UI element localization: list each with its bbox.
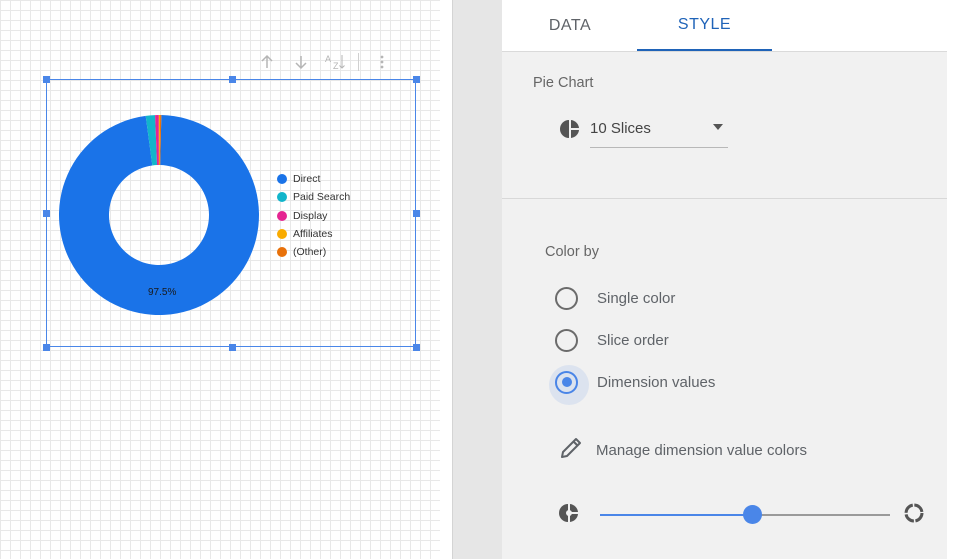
chart-toolbar: A Z: [250, 52, 399, 72]
radio-button[interactable]: [555, 286, 578, 310]
donut-slider-track-active[interactable]: [600, 514, 752, 516]
color-by-title: Color by: [545, 244, 599, 260]
resize-handle-top[interactable]: [229, 76, 236, 83]
toolbar-separator: [358, 53, 359, 71]
donut-slider-track[interactable]: [752, 514, 890, 516]
legend-label: Direct: [293, 173, 321, 186]
legend-swatch: [277, 229, 287, 240]
legend-item: Display: [277, 207, 350, 225]
svg-text:Z: Z: [333, 61, 339, 71]
legend-swatch: [277, 247, 287, 258]
legend-item: Direct: [277, 170, 350, 188]
radio-dimension-values[interactable]: Dimension values: [549, 364, 716, 405]
resize-handle-bottom[interactable]: [229, 344, 236, 351]
slices-select[interactable]: 10 Slices: [590, 120, 651, 137]
radio-button[interactable]: [555, 328, 578, 352]
donut-chart[interactable]: [58, 114, 260, 316]
legend-label: Affiliates: [293, 228, 333, 241]
radio-label: Single color: [597, 289, 676, 307]
tab-style[interactable]: STYLE: [637, 0, 772, 51]
pie-chart-icon: [560, 119, 580, 144]
section-divider: [502, 198, 947, 199]
sort-az-icon[interactable]: A Z: [318, 52, 352, 72]
slices-select-underline: [590, 147, 728, 148]
radio-focus-ring: [549, 364, 589, 405]
radio-label: Slice order: [597, 331, 669, 349]
manage-colors-label: Manage dimension value colors: [596, 441, 807, 459]
more-vert-icon[interactable]: [365, 52, 399, 72]
pencil-icon: [558, 435, 584, 466]
svg-text:A: A: [325, 54, 331, 64]
chart-legend: Direct Paid Search Display Affiliates (Other…: [277, 170, 350, 261]
resize-handle-bottom-right[interactable]: [413, 344, 420, 351]
arrow-up-icon[interactable]: [250, 52, 284, 72]
properties-panel: DATA STYLE Pie Chart 10 Slices Color by …: [502, 0, 947, 559]
chevron-down-icon[interactable]: [713, 124, 723, 130]
legend-swatch: [277, 174, 287, 185]
slice-data-label: 97.5%: [148, 287, 177, 298]
legend-item: Affiliates: [277, 225, 350, 243]
manage-colors-button[interactable]: Manage dimension value colors: [558, 435, 807, 465]
canvas-gutter: [452, 0, 503, 559]
radio-button-checked[interactable]: [549, 364, 589, 405]
donut-slider-thumb[interactable]: [743, 505, 762, 524]
legend-item: Paid Search: [277, 188, 350, 206]
panel-tabs: DATA STYLE: [502, 0, 947, 52]
radio-slice-order[interactable]: Slice order: [555, 326, 669, 354]
radio-label: Dimension values: [597, 373, 716, 391]
tab-data[interactable]: DATA: [518, 0, 622, 51]
donut-icon: [903, 502, 925, 529]
pie-chart-section-title: Pie Chart: [533, 75, 594, 91]
canvas-edge: [440, 0, 452, 559]
resize-handle-top-right[interactable]: [413, 76, 420, 83]
legend-label: Display: [293, 209, 328, 222]
radio-single-color[interactable]: Single color: [555, 284, 675, 312]
resize-handle-right[interactable]: [413, 210, 420, 217]
legend-label: (Other): [293, 246, 327, 259]
resize-handle-bottom-left[interactable]: [43, 344, 50, 351]
legend-item: (Other): [277, 243, 350, 261]
resize-handle-top-left[interactable]: [43, 76, 50, 83]
legend-label: Paid Search: [293, 191, 351, 204]
legend-swatch: [277, 210, 287, 221]
resize-handle-left[interactable]: [43, 210, 50, 217]
pie-chart-icon: [559, 503, 579, 528]
panel-edge: [947, 0, 956, 559]
legend-swatch: [277, 192, 287, 203]
arrow-down-icon[interactable]: [284, 52, 318, 72]
